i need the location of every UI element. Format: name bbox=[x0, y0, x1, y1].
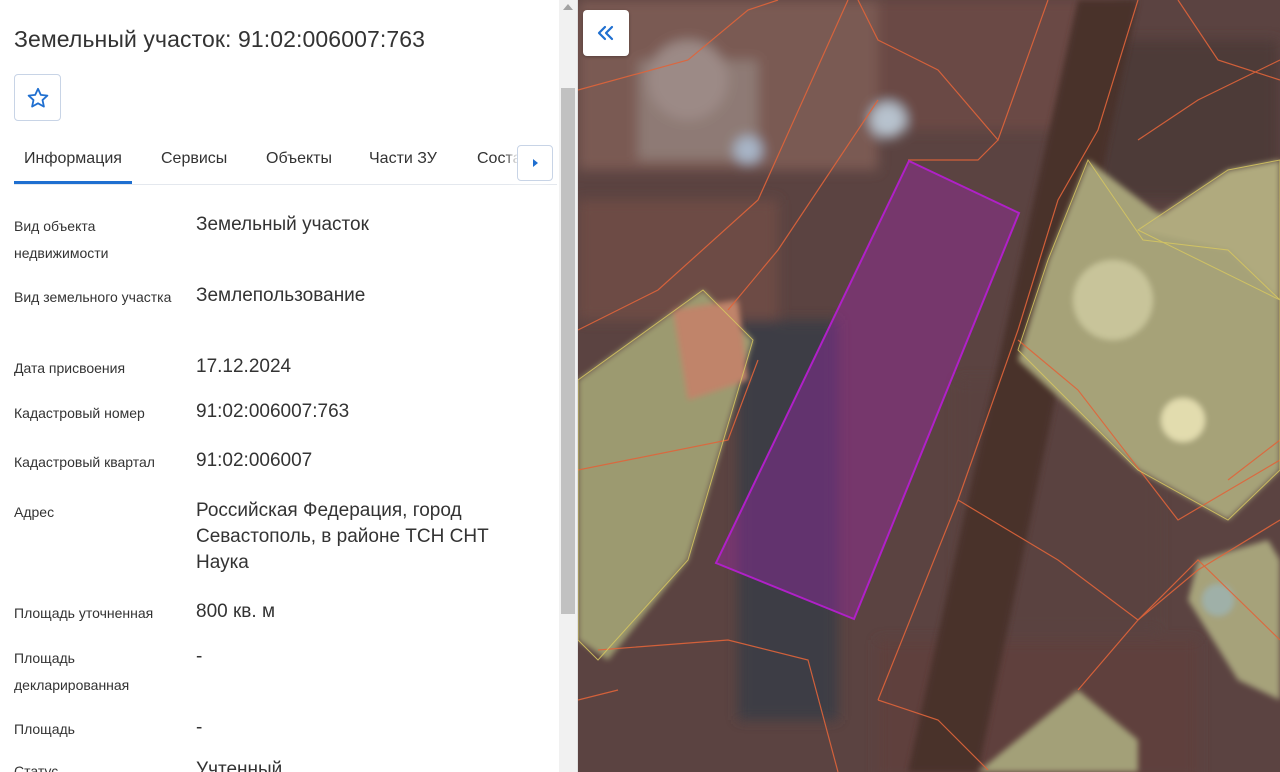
field-value: Земельный участок bbox=[196, 214, 369, 235]
field-label: Вид земельного участка bbox=[14, 289, 172, 305]
satellite-map bbox=[578, 0, 1280, 772]
field-value: - bbox=[196, 717, 203, 738]
field-label: Площадь декларированная bbox=[14, 650, 130, 693]
field-value: 91:02:006007 bbox=[196, 450, 313, 471]
field-value: 17.12.2024 bbox=[196, 356, 292, 377]
double-chevron-left-icon bbox=[597, 25, 614, 41]
scroll-up-arrow-icon[interactable] bbox=[563, 4, 573, 10]
field-label: Кадастровый квартал bbox=[14, 454, 155, 470]
field-value: Землепользование bbox=[196, 285, 366, 306]
field-label: Площадь bbox=[14, 721, 75, 737]
scrollbar-thumb[interactable] bbox=[561, 88, 575, 614]
field-label: Адрес bbox=[14, 504, 55, 520]
field-label: Статус bbox=[14, 763, 59, 772]
address-value: Российская Федерация, город Севастополь,… bbox=[196, 500, 489, 573]
info-panel: Земельный участок: 91:02:006007:763 Инфо… bbox=[0, 0, 578, 772]
field-value: Учтенный bbox=[196, 759, 283, 772]
field-label: Дата присвоения bbox=[14, 360, 126, 376]
field-value: - bbox=[196, 646, 203, 667]
collapse-panel-button[interactable] bbox=[583, 10, 629, 56]
field-value: 91:02:006007:763 bbox=[196, 401, 350, 422]
field-label: Кадастровый номер bbox=[14, 405, 145, 421]
info-fields: Вид объекта недвижимости Земельный участ… bbox=[0, 0, 560, 772]
field-label: Вид объекта недвижимости bbox=[14, 218, 109, 261]
field-label: Площадь уточненная bbox=[14, 605, 154, 621]
map-view[interactable] bbox=[578, 0, 1280, 772]
field-value: 800 кв. м bbox=[196, 601, 276, 622]
